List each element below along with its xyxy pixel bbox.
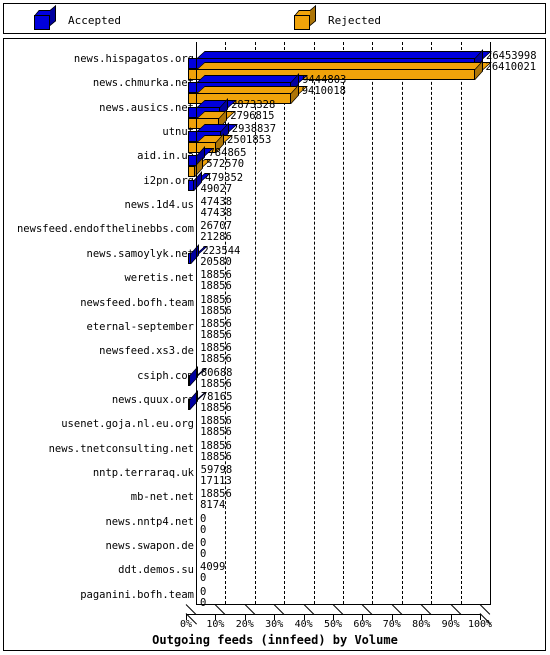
legend-label-rejected: Rejected bbox=[328, 13, 381, 27]
chart-row: i2pn.org 479352 49027 bbox=[0, 166, 550, 195]
chart-row: utnut 2938837 2501853 bbox=[0, 117, 550, 154]
chart-row: newsfeed.endofthelinebbs.com 26707 21286 bbox=[0, 214, 550, 243]
x-axis-floor-line bbox=[186, 614, 481, 615]
x-axis-line bbox=[196, 604, 491, 605]
category-label: newsfeed.bofh.team bbox=[80, 296, 194, 309]
chart-row: aid.in.ua 784865 572570 bbox=[0, 141, 550, 178]
chart-row: news.ausics.net 2873328 2796815 bbox=[0, 93, 550, 129]
chart-row: news.tnetconsulting.net 18856 18856 bbox=[0, 434, 550, 463]
bar-accepted-front bbox=[188, 252, 192, 264]
category-label: eternal-september bbox=[86, 320, 194, 333]
chart-row: mb-net.net 18856 8174 bbox=[0, 482, 550, 511]
bar-accepted-front bbox=[188, 179, 195, 191]
x-tick-label: 100% bbox=[467, 619, 493, 630]
category-label: news.quux.org bbox=[111, 393, 194, 406]
chart-row: paganini.bofh.team 0 0 bbox=[0, 580, 550, 609]
category-label: news.tnetconsulting.net bbox=[48, 442, 194, 455]
category-label: csiph.com bbox=[137, 369, 194, 382]
category-label: ddt.demos.su bbox=[118, 564, 194, 577]
chart-row: weretis.net 18856 18856 bbox=[0, 263, 550, 292]
category-label: news.ausics.net bbox=[99, 101, 194, 114]
category-label: weretis.net bbox=[124, 272, 194, 285]
chart-row: news.nntp4.net 0 0 bbox=[0, 507, 550, 536]
value-label-rejected: 0 bbox=[200, 596, 207, 609]
legend-item-rejected: Rejected bbox=[294, 4, 381, 31]
cube-icon-accepted bbox=[34, 4, 57, 30]
category-label: aid.in.ua bbox=[137, 150, 194, 163]
chart-row: news.samoylyk.net 223544 20580 bbox=[0, 239, 550, 268]
chart-row: eternal-september 18856 18856 bbox=[0, 312, 550, 341]
category-label: mb-net.net bbox=[130, 491, 194, 504]
category-label: news.samoylyk.net bbox=[86, 247, 194, 260]
chart-row: usenet.goja.nl.eu.org 18856 18856 bbox=[0, 409, 550, 438]
chart-row: newsfeed.xs3.de 18856 18856 bbox=[0, 336, 550, 365]
chart-row: nntp.terraraq.uk 59798 17113 bbox=[0, 458, 550, 487]
category-label: news.nntp4.net bbox=[105, 515, 194, 528]
chart-row: news.quux.org 78165 18856 bbox=[0, 385, 550, 414]
bar-accepted-front bbox=[188, 398, 190, 410]
chart-legend: Accepted Rejected bbox=[3, 3, 546, 34]
category-label: i2pn.org bbox=[143, 174, 194, 187]
chart-row: newsfeed.bofh.team 18856 18856 bbox=[0, 288, 550, 317]
bar-accepted-front bbox=[188, 374, 190, 386]
category-label: nntp.terraraq.uk bbox=[92, 466, 194, 479]
y-axis-line bbox=[196, 42, 197, 605]
category-label: news.1d4.us bbox=[124, 199, 194, 212]
chart-row: news.swapon.de 0 0 bbox=[0, 531, 550, 560]
category-label: news.chmurka.net bbox=[92, 77, 194, 90]
chart-row: news.1d4.us 47438 47438 bbox=[0, 190, 550, 219]
right-axis-line bbox=[490, 42, 491, 605]
category-label: newsfeed.endofthelinebbs.com bbox=[16, 223, 194, 236]
legend-item-accepted: Accepted bbox=[34, 4, 121, 31]
category-label: utnut bbox=[162, 126, 194, 139]
chart-row: news.chmurka.net 9444803 9410018 bbox=[0, 68, 550, 105]
legend-label-accepted: Accepted bbox=[68, 13, 121, 27]
category-label: newsfeed.xs3.de bbox=[99, 345, 194, 358]
chart-row: news.hispagatos.org 26453998 26410021 bbox=[0, 44, 550, 80]
cube-icon-rejected bbox=[294, 4, 317, 30]
chart-page: Accepted Rejected 0% 10% 20% 30% 40% 50% 60% 70… bbox=[0, 0, 550, 655]
category-label: news.hispagatos.org bbox=[73, 53, 194, 65]
category-label: news.swapon.de bbox=[105, 540, 194, 552]
category-label: usenet.goja.nl.eu.org bbox=[61, 418, 194, 431]
chart-title: Outgoing feeds (innfeed) by Volume bbox=[152, 633, 398, 647]
chart-row: ddt.demos.su 4099 0 bbox=[0, 555, 550, 584]
category-label: paganini.bofh.team bbox=[80, 588, 194, 601]
chart-row: csiph.com 80688 18856 bbox=[0, 361, 550, 390]
